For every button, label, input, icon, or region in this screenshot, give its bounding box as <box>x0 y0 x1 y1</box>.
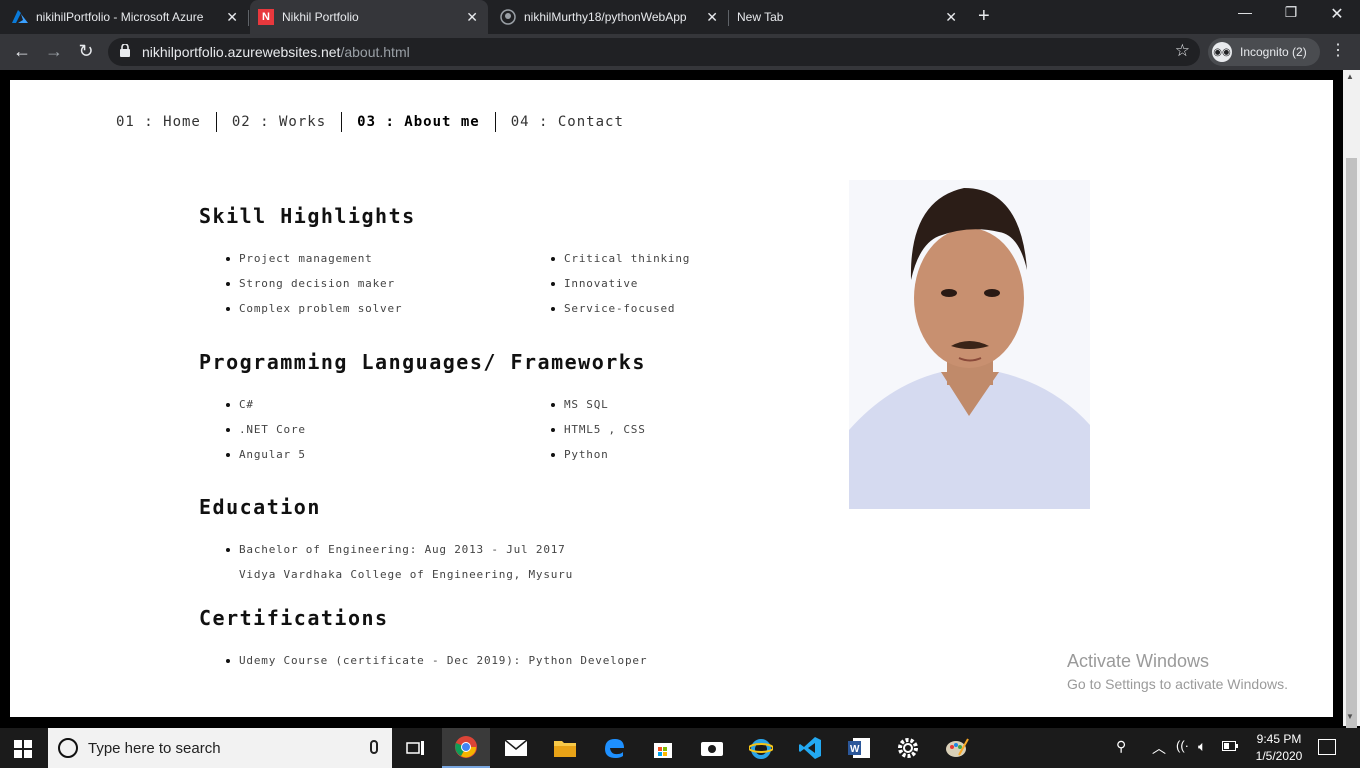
page-scrollbar[interactable]: ▲ ▼ <box>1343 70 1360 746</box>
list-item: MS SQL <box>551 398 609 411</box>
forward-arrow-icon[interactable]: → <box>42 41 66 62</box>
url-text: nikhilportfolio.azurewebsites.net/about.… <box>142 44 410 60</box>
nav-works[interactable]: 02 : Works <box>215 112 341 132</box>
microphone-icon[interactable] <box>370 740 378 754</box>
list-item: Strong decision maker <box>226 277 395 290</box>
watermark-title: Activate Windows <box>1067 651 1210 671</box>
tab-title: nikihilPortfolio - Microsoft Azure <box>36 10 204 24</box>
watermark-subtitle: Go to Settings to activate Windows. <box>1067 676 1288 692</box>
list-item: HTML5 , CSS <box>551 423 646 436</box>
bookmark-star-icon[interactable]: ☆ <box>1175 41 1190 61</box>
menu-kebab-icon[interactable]: ⋮ <box>1330 40 1346 60</box>
people-icon[interactable]: ⚲ <box>1116 738 1126 755</box>
file-explorer-icon[interactable] <box>541 728 589 768</box>
list-item: Project management <box>226 252 373 265</box>
browser-tab-strip: nikihilPortfolio - Microsoft Azure ✕ N N… <box>0 0 1360 34</box>
internet-explorer-icon[interactable] <box>737 728 785 768</box>
incognito-label: Incognito (2) <box>1240 45 1307 59</box>
list-item: Bachelor of Engineering: Aug 2013 - Jul … <box>226 543 566 556</box>
paint-icon[interactable] <box>933 728 981 768</box>
list-item: Innovative <box>550 277 639 290</box>
list-item: Critical thinking <box>550 252 691 265</box>
vscode-icon[interactable] <box>786 728 834 768</box>
windows-taskbar: Type here to search W ⚲ ︿ ((· 🔈︎ 9:45 PM… <box>0 728 1360 768</box>
page-viewport: 01 : Home 02 : Works 03 : About me 04 : … <box>10 80 1333 717</box>
restore-icon[interactable]: ❐ <box>1268 4 1314 21</box>
clock-date: 1/5/2020 <box>1255 749 1303 763</box>
camera-icon[interactable] <box>688 728 736 768</box>
tab-title: Nikhil Portfolio <box>282 10 359 24</box>
url-path: /about.html <box>340 44 410 60</box>
certifications-heading: Certifications <box>199 606 389 630</box>
windows-start-icon[interactable] <box>14 740 32 758</box>
list-item: C# <box>226 398 254 411</box>
scrollbar-thumb[interactable] <box>1346 158 1357 746</box>
nav-contact[interactable]: 04 : Contact <box>494 112 639 132</box>
svg-text:W: W <box>850 744 860 755</box>
github-icon <box>500 9 516 25</box>
list-item: Python <box>551 448 609 461</box>
list-item: Service-focused <box>550 302 676 315</box>
settings-icon[interactable] <box>884 728 932 768</box>
nav-home[interactable]: 01 : Home <box>116 112 216 132</box>
tab-nikhil-portfolio[interactable]: N Nikhil Portfolio ✕ <box>250 0 488 34</box>
tab-separator <box>728 10 729 26</box>
close-tab-icon[interactable]: ✕ <box>466 9 478 26</box>
list-item: Udemy Course (certificate - Dec 2019): P… <box>225 654 648 667</box>
new-tab-plus-icon[interactable]: + <box>978 5 990 28</box>
incognito-badge[interactable]: ◉◉ Incognito (2) <box>1208 38 1320 66</box>
reload-icon[interactable]: ↻ <box>74 41 98 62</box>
back-arrow-icon[interactable]: ← <box>10 41 34 62</box>
scroll-up-arrow-icon[interactable]: ▲ <box>1346 72 1354 81</box>
tab-new-tab[interactable]: New Tab ✕ <box>737 0 967 34</box>
show-hidden-icons-chevron-icon[interactable]: ︿ <box>1152 738 1166 758</box>
tab-github[interactable]: nikhilMurthy18/pythonWebApp ✕ <box>496 0 728 34</box>
window-close-icon[interactable]: ✕ <box>1314 4 1360 24</box>
list-item: Complex problem solver <box>225 302 403 315</box>
close-tab-icon[interactable]: ✕ <box>226 9 238 26</box>
cortana-search-icon <box>58 738 78 758</box>
languages-heading: Programming Languages/ Frameworks <box>199 350 646 374</box>
battery-icon[interactable] <box>1222 738 1238 754</box>
activate-windows-watermark: Activate Windows Go to Settings to activ… <box>1067 651 1288 692</box>
list-item: Angular 5 <box>226 448 306 461</box>
tab-separator <box>248 10 249 26</box>
search-placeholder: Type here to search <box>88 740 221 757</box>
nav-about[interactable]: 03 : About me <box>341 112 495 132</box>
incognito-icon: ◉◉ <box>1212 42 1232 62</box>
portfolio-n-icon: N <box>258 9 274 25</box>
system-clock[interactable]: 9:45 PM 1/5/2020 <box>1244 731 1314 765</box>
minimize-icon[interactable]: — <box>1222 4 1268 20</box>
close-tab-icon[interactable]: ✕ <box>945 9 957 26</box>
mail-icon[interactable] <box>492 728 540 768</box>
network-icon[interactable]: ((· <box>1176 738 1189 753</box>
browser-toolbar: ← → ↻ nikhilportfolio.azurewebsites.net/… <box>0 34 1360 70</box>
clock-time: 9:45 PM <box>1256 732 1302 746</box>
store-icon[interactable] <box>639 728 687 768</box>
chrome-icon[interactable] <box>442 728 490 768</box>
lock-icon <box>120 44 130 57</box>
action-center-icon[interactable] <box>1318 739 1336 755</box>
tab-title: New Tab <box>737 10 784 24</box>
education-heading: Education <box>199 495 321 519</box>
skills-heading: Skill Highlights <box>199 204 416 228</box>
tab-title: nikhilMurthy18/pythonWebApp <box>524 10 687 24</box>
close-tab-icon[interactable]: ✕ <box>706 9 718 26</box>
word-icon[interactable]: W <box>835 728 883 768</box>
task-view-icon[interactable] <box>392 728 440 768</box>
taskbar-search-box[interactable]: Type here to search <box>48 728 392 768</box>
education-institution: Vidya Vardhaka College of Engineering, M… <box>239 568 574 581</box>
tab-azure[interactable]: nikihilPortfolio - Microsoft Azure ✕ <box>12 0 248 34</box>
volume-icon[interactable]: 🔈︎ <box>1198 738 1206 755</box>
profile-photo <box>849 180 1090 509</box>
address-bar[interactable]: nikhilportfolio.azurewebsites.net/about.… <box>108 38 1200 66</box>
edge-icon[interactable] <box>590 728 638 768</box>
url-host: nikhilportfolio.azurewebsites.net <box>142 44 341 60</box>
scroll-down-arrow-icon[interactable]: ▼ <box>1346 712 1354 721</box>
site-nav: 01 : Home 02 : Works 03 : About me 04 : … <box>116 112 639 132</box>
azure-icon <box>12 9 28 25</box>
list-item: .NET Core <box>226 423 306 436</box>
